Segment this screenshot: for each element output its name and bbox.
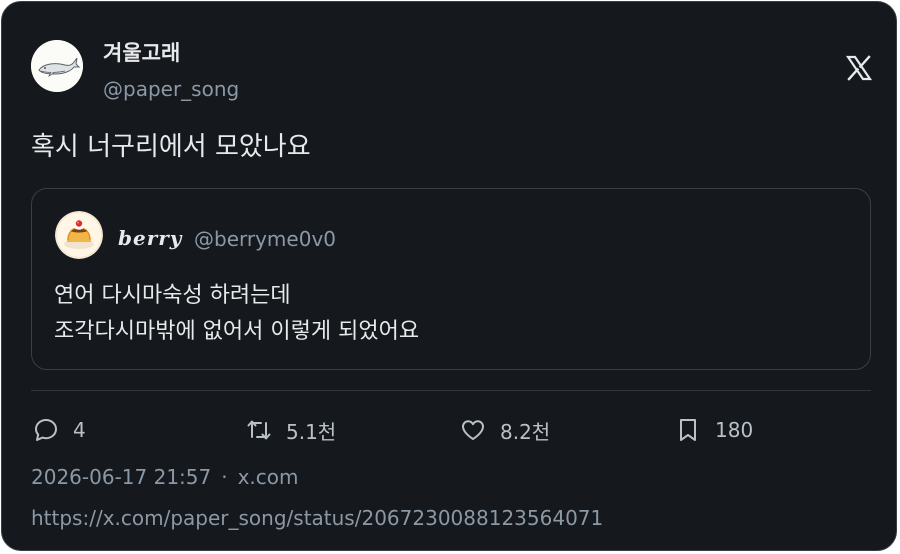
whale-avatar-icon xyxy=(31,40,83,92)
quote-avatar[interactable] xyxy=(55,211,103,259)
author-handle[interactable]: @paper_song xyxy=(103,76,239,102)
retweet-count: 5.1천 xyxy=(286,419,337,444)
quote-text-line: 조각다시마밖에 없어서 이렇게 되었어요 xyxy=(54,319,420,344)
author-avatar[interactable] xyxy=(31,40,83,92)
meta-separator: · xyxy=(221,465,228,489)
divider xyxy=(31,390,871,391)
author-name[interactable]: 겨울고래 xyxy=(103,39,180,67)
retweet-icon xyxy=(247,420,271,440)
tweet-card: 겨울고래 @paper_song 혹시 너구리에서 모았나요 berry @be… xyxy=(1,1,897,551)
quote-author-handle[interactable]: @berryme0v0 xyxy=(194,226,336,252)
source-link[interactable]: x.com xyxy=(238,465,299,489)
quote-text-line: 연어 다시마숙성 하려는데 xyxy=(54,283,291,308)
heart-icon xyxy=(462,420,484,440)
bookmark-button[interactable]: 180 xyxy=(675,414,753,446)
tweet-url[interactable]: https://x.com/paper_song/status/20672300… xyxy=(31,504,603,532)
pudding-avatar-icon xyxy=(55,211,103,259)
speech-bubble-icon xyxy=(35,419,57,441)
quote-author-name[interactable]: berry xyxy=(118,225,182,251)
like-count: 8.2천 xyxy=(500,419,551,444)
reply-count: 4 xyxy=(73,418,86,442)
x-logo-icon[interactable] xyxy=(845,55,873,81)
quoted-tweet[interactable]: berry @berryme0v0 연어 다시마숙성 하려는데 조각다시마밖에 … xyxy=(31,188,871,370)
retweet-button[interactable]: 5.1천 xyxy=(246,414,336,446)
reply-button[interactable]: 4 xyxy=(33,414,86,446)
like-button[interactable]: 8.2천 xyxy=(460,414,550,446)
tweet-text: 혹시 너구리에서 모았나요 xyxy=(31,132,311,162)
timestamp[interactable]: 2026-06-17 21:57 xyxy=(31,465,211,489)
bookmark-icon xyxy=(680,419,696,441)
tweet-meta: 2026-06-17 21:57 · x.com xyxy=(31,463,299,491)
bookmark-count: 180 xyxy=(715,418,754,442)
